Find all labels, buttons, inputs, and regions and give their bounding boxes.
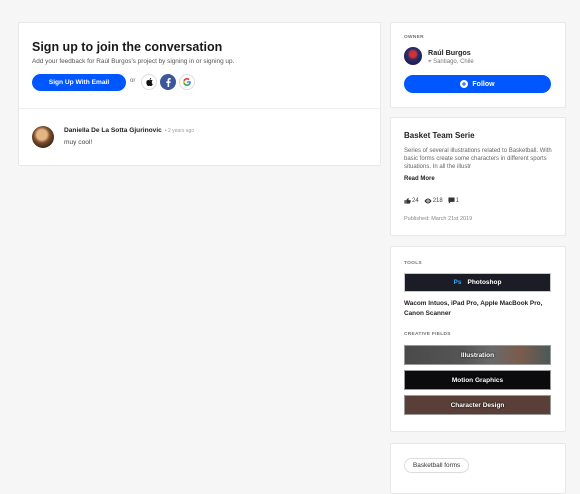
photoshop-icon: Ps [453, 279, 462, 286]
comment-text: muy cool! [64, 139, 93, 146]
google-signin-button[interactable] [179, 74, 195, 90]
commenter-avatar[interactable] [32, 126, 54, 148]
comment-time: • 2 years ago [164, 128, 195, 134]
creative-field-motion-graphics[interactable]: Motion Graphics [404, 370, 551, 390]
published-date: Published: March 21st 2019 [404, 216, 473, 222]
tag-basketball-forms[interactable]: Basketball forms [404, 458, 470, 473]
tools-label: TOOLS [404, 261, 422, 266]
apple-signin-button[interactable] [141, 74, 157, 90]
sign-up-email-button[interactable]: Sign Up With Email [32, 74, 126, 91]
owner-name[interactable]: Raúl Burgos [428, 48, 471, 57]
plus-circle-icon [460, 80, 469, 88]
owner-location: ⌖ Santiago, Chile [428, 59, 474, 66]
creative-field-character-design[interactable]: Character Design [404, 395, 551, 415]
owner-card: OWNER Raúl Burgos ⌖ Santiago, Chile Foll… [390, 22, 566, 108]
comment-icon [448, 197, 455, 204]
likes-count: 24 [412, 197, 419, 204]
eye-icon [424, 198, 432, 203]
comment-author-name[interactable]: Daniella De La Sotta Gjurinovic [64, 127, 162, 134]
project-description: Series of several illustrations related … [404, 148, 552, 171]
tool-photoshop[interactable]: Ps Photoshop [404, 273, 551, 292]
tool-photoshop-label: Photoshop [467, 279, 502, 286]
views-count: 218 [432, 197, 443, 204]
divider [19, 108, 380, 109]
likes-stat: 24 [404, 197, 419, 204]
owner-label: OWNER [404, 35, 424, 40]
read-more-link[interactable]: Read More [404, 176, 435, 182]
signup-subtitle: Add your feedback for Raúl Burgos's proj… [32, 58, 235, 65]
tools-card: TOOLS Ps Photoshop Wacom Intuos, iPad Pr… [390, 246, 566, 432]
conversation-card: Sign up to join the conversation Add you… [18, 22, 381, 166]
project-info-card: Basket Team Serie Series of several illu… [390, 117, 566, 236]
facebook-signin-button[interactable] [160, 74, 176, 90]
signup-title: Sign up to join the conversation [32, 40, 223, 54]
creative-fields-label: CREATIVE FIELDS [404, 332, 451, 337]
tags-card: Basketball forms [390, 443, 566, 494]
thumbs-up-icon [404, 197, 411, 204]
views-stat: 218 [424, 198, 443, 204]
tools-list: Wacom Intuos, iPad Pro, Apple MacBook Pr… [404, 300, 543, 317]
comment-author[interactable]: Daniella De La Sotta Gjurinovic • 2 years… [64, 127, 194, 134]
owner-avatar[interactable] [404, 47, 422, 65]
follow-label: Follow [472, 80, 495, 88]
owner-location-text: Santiago, Chile [433, 59, 474, 65]
comments-stat: 1 [448, 197, 459, 204]
project-title: Basket Team Serie [404, 131, 475, 140]
project-stats: 24 218 1 [404, 197, 459, 204]
comments-count: 1 [455, 197, 460, 204]
or-separator: or [130, 78, 136, 84]
location-pin-icon: ⌖ [428, 59, 432, 65]
facebook-icon [165, 77, 171, 87]
google-icon [183, 78, 191, 86]
creative-field-illustration[interactable]: Illustration [404, 345, 551, 365]
follow-button[interactable]: Follow [404, 75, 551, 93]
apple-icon [145, 78, 153, 86]
